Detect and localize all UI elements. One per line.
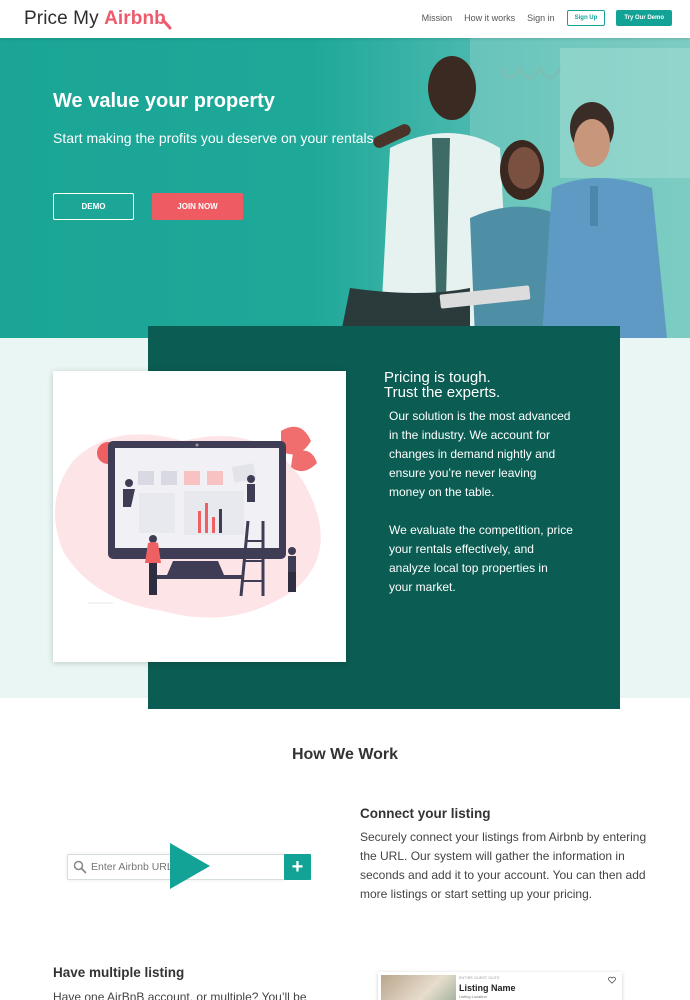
play-icon[interactable] [170, 843, 210, 889]
top-nav: Price My Airbnb Mission How it works Sig… [0, 0, 690, 38]
demo-button[interactable]: DEMO [53, 193, 134, 220]
add-listing-button[interactable]: + [284, 854, 311, 880]
try-demo-button[interactable]: Try Our Demo [616, 10, 672, 26]
airbnb-url-input[interactable] [91, 855, 181, 879]
hero-section: We value your property Start making the … [0, 38, 690, 338]
pricing-body: Our solution is the most advanced in the… [389, 407, 574, 597]
pricing-paragraph-1: Our solution is the most advanced in the… [389, 409, 571, 499]
join-now-button[interactable]: JOIN NOW [152, 193, 243, 220]
nav-link-sign-in[interactable]: Sign in [527, 13, 555, 23]
hero-people-photo [340, 38, 690, 338]
listing-type: ENTIRE GUEST SUITE [459, 976, 500, 980]
logo[interactable]: Price My Airbnb [24, 8, 172, 30]
pricing-paragraph-2: We evaluate the competition, price your … [389, 523, 573, 594]
connect-listing-body: Securely connect your listings from Airb… [360, 830, 647, 901]
hero-subtitle: Start making the profits you deserve on … [53, 130, 374, 146]
listing-photo [381, 975, 456, 1000]
analytics-illustration-card [53, 371, 346, 662]
listing-card[interactable]: ENTIRE GUEST SUITE Listing Name Listing … [378, 972, 622, 1000]
pricing-heading-line1: Pricing is tough. [384, 369, 491, 386]
pricing-heading-line2: Trust the experts. [384, 384, 501, 401]
heart-icon[interactable] [608, 976, 616, 984]
connect-listing-title: Connect your listing [360, 806, 491, 821]
search-icon [73, 860, 87, 874]
listing-name: Listing Name [459, 983, 516, 993]
multiple-listing-title: Have multiple listing [53, 965, 185, 980]
analytics-illustration [55, 426, 321, 618]
nav-link-mission[interactable]: Mission [422, 13, 453, 23]
nav-links: Mission How it works Sign in Sign Up Try… [422, 10, 672, 26]
listing-location: Listing Location [459, 994, 487, 999]
how-we-work-title: How We Work [291, 746, 399, 763]
sign-up-button[interactable]: Sign Up [566, 10, 606, 26]
pricing-heading: Pricing is tough. Trust the experts. [384, 370, 584, 400]
magnifier-logo-icon [161, 18, 172, 30]
hero-title: We value your property [53, 90, 275, 112]
logo-text-main: Price My [24, 8, 105, 29]
logo-text-brand: Airbnb [104, 8, 166, 29]
multiple-listing-body: Have one AirBnB account, or multiple? Yo… [53, 990, 307, 1000]
nav-link-how-it-works[interactable]: How it works [464, 13, 515, 23]
